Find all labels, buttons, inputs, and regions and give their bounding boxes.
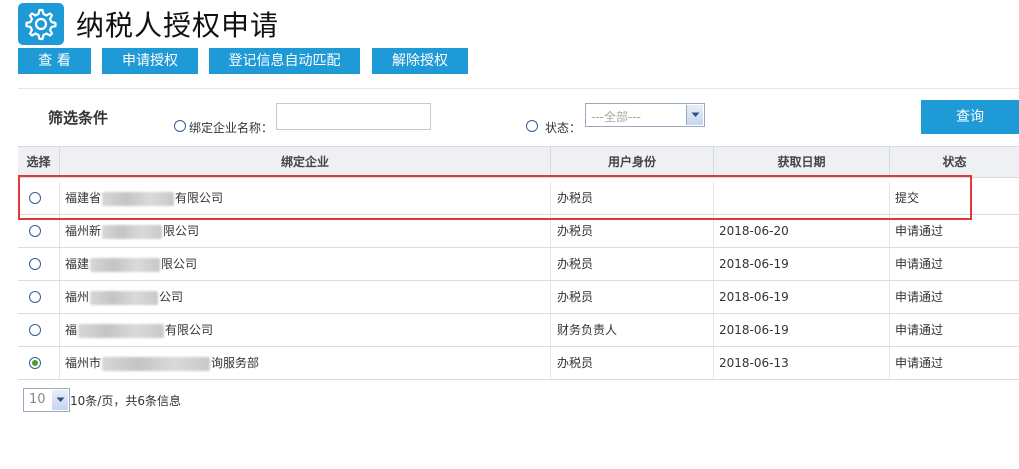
role-cell: 办税员	[551, 182, 714, 214]
status-filter-label: 状态：	[545, 121, 582, 135]
table-row[interactable]: 福建 限公司 办税员 2018-06-19 申请通过	[18, 248, 1019, 281]
company-filter-radio[interactable]	[174, 120, 186, 132]
company-cell: 福州 公司	[60, 281, 551, 313]
redacted-text	[90, 257, 161, 272]
company-name-prefix: 福建	[65, 257, 90, 271]
redacted-text	[102, 356, 211, 371]
date-cell: 2018-06-19	[714, 281, 890, 313]
role-cell: 办税员	[551, 248, 714, 280]
auto-match-button[interactable]: 登记信息自动匹配	[209, 48, 360, 74]
role-cell: 办税员	[551, 347, 714, 379]
apply-authorization-button[interactable]: 申请授权	[102, 48, 198, 74]
status-cell: 申请通过	[895, 257, 944, 271]
table-row[interactable]: 福州新 限公司 办税员 2018-06-20 申请通过	[18, 215, 1019, 248]
company-filter-label: 绑定企业名称：	[189, 121, 274, 135]
company-name-prefix: 福建省	[65, 191, 102, 205]
gear-icon	[18, 3, 64, 45]
company-cell: 福建 限公司	[60, 248, 551, 280]
row-select-radio[interactable]	[29, 324, 41, 336]
company-cell: 福建省 有限公司	[60, 182, 551, 214]
company-name-suffix: 有限公司	[165, 323, 214, 337]
redacted-text	[78, 323, 165, 338]
table-row[interactable]: 福州市 询服务部 办税员 2018-06-13 申请通过	[18, 347, 1019, 380]
row-select-radio[interactable]	[29, 192, 41, 204]
status-cell: 提交	[895, 191, 920, 205]
company-name-prefix: 福州市	[65, 356, 102, 370]
company-cell: 福 有限公司	[60, 314, 551, 346]
company-name-input[interactable]	[276, 103, 431, 130]
view-button[interactable]: 查 看	[18, 48, 91, 74]
page-size-select[interactable]: 10	[23, 388, 70, 412]
row-select-radio[interactable]	[29, 357, 41, 369]
pagination: 10 10条/页，共6条信息	[23, 388, 181, 412]
company-name-suffix: 有限公司	[175, 191, 224, 205]
company-name-suffix: 询服务部	[211, 356, 260, 370]
role-cell: 办税员	[551, 215, 714, 247]
status-select[interactable]: ---全部---	[585, 103, 705, 127]
company-cell: 福州市 询服务部	[60, 347, 551, 379]
page-size-value: 10	[29, 392, 46, 407]
column-header-status: 状态	[942, 155, 967, 169]
query-button[interactable]: 查询	[921, 100, 1019, 134]
page-header: 纳税人授权申请	[18, 2, 279, 46]
pagination-summary: 10条/页，共6条信息	[70, 393, 181, 408]
role-cell: 财务负责人	[551, 314, 714, 346]
company-name-suffix: 限公司	[161, 257, 198, 271]
status-select-value: ---全部---	[591, 110, 641, 124]
column-header-company: 绑定企业	[60, 147, 551, 178]
company-name-suffix: 公司	[159, 290, 184, 304]
table-row[interactable]: 福 有限公司 财务负责人 2018-06-19 申请通过	[18, 314, 1019, 347]
chevron-down-icon[interactable]	[52, 390, 68, 410]
table-row[interactable]: 福建省 有限公司 办税员 提交	[18, 182, 1019, 215]
table-header: 选择 绑定企业 用户身份 获取日期 状态	[18, 146, 1019, 178]
status-cell: 申请通过	[895, 224, 944, 238]
date-cell: 2018-06-19	[714, 314, 890, 346]
revoke-authorization-button[interactable]: 解除授权	[372, 48, 468, 74]
company-name-prefix: 福州	[65, 290, 90, 304]
chevron-down-icon[interactable]	[686, 105, 703, 125]
company-name-suffix: 限公司	[163, 224, 200, 238]
date-cell: 2018-06-13	[714, 347, 890, 379]
status-cell: 申请通过	[895, 323, 944, 337]
status-cell: 申请通过	[895, 290, 944, 304]
column-header-date: 获取日期	[714, 147, 890, 178]
redacted-text	[102, 191, 175, 206]
date-cell: 2018-06-19	[714, 248, 890, 280]
role-cell: 办税员	[551, 281, 714, 313]
column-header-select: 选择	[18, 147, 60, 178]
divider	[18, 88, 1019, 89]
row-select-radio[interactable]	[29, 225, 41, 237]
date-cell	[714, 182, 890, 214]
row-select-radio[interactable]	[29, 258, 41, 270]
status-filter-radio[interactable]	[526, 120, 538, 132]
table-row[interactable]: 福州 公司 办税员 2018-06-19 申请通过	[18, 281, 1019, 314]
company-name-prefix: 福州新	[65, 224, 102, 238]
status-cell: 申请通过	[895, 356, 944, 370]
redacted-text	[102, 224, 163, 239]
page-title: 纳税人授权申请	[76, 9, 280, 42]
row-select-radio[interactable]	[29, 291, 41, 303]
column-header-role: 用户身份	[551, 147, 714, 178]
company-cell: 福州新 限公司	[60, 215, 551, 247]
redacted-text	[90, 290, 159, 305]
company-name-prefix: 福	[65, 323, 78, 337]
date-cell: 2018-06-20	[714, 215, 890, 247]
filter-title: 筛选条件	[48, 109, 109, 127]
